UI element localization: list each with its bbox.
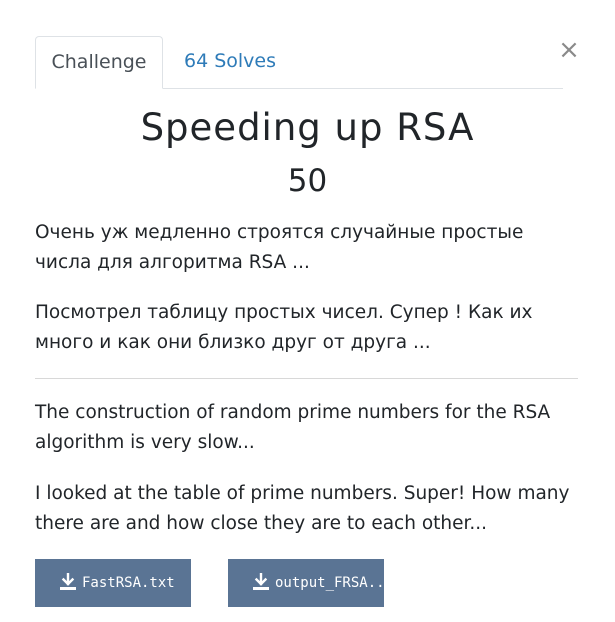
- tab-bar: Challenge 64 Solves: [35, 36, 563, 89]
- file-download-output-frsa[interactable]: output_FRSA...: [228, 559, 384, 607]
- download-icon: [60, 573, 76, 590]
- tab-challenge[interactable]: Challenge: [35, 36, 163, 89]
- challenge-points: 50: [287, 163, 328, 199]
- description-en-1: The construction of random prime numbers…: [35, 402, 551, 453]
- download-icon: [253, 573, 269, 590]
- description-ru-1: Очень уж медленно строятся случайные про…: [35, 222, 524, 273]
- description-en-2: I looked at the table of prime numbers. …: [35, 483, 570, 534]
- file-label: output_FRSA...: [275, 575, 384, 591]
- file-label: FastRSA.txt: [82, 575, 175, 591]
- file-download-fastrsa[interactable]: FastRSA.txt: [35, 559, 191, 607]
- divider: [35, 378, 578, 379]
- challenge-title: Speeding up RSA: [140, 106, 475, 149]
- description-ru-2: Посмотрел таблицу простых чисел. Супер !…: [35, 302, 533, 353]
- tab-solves[interactable]: 64 Solves: [175, 36, 285, 88]
